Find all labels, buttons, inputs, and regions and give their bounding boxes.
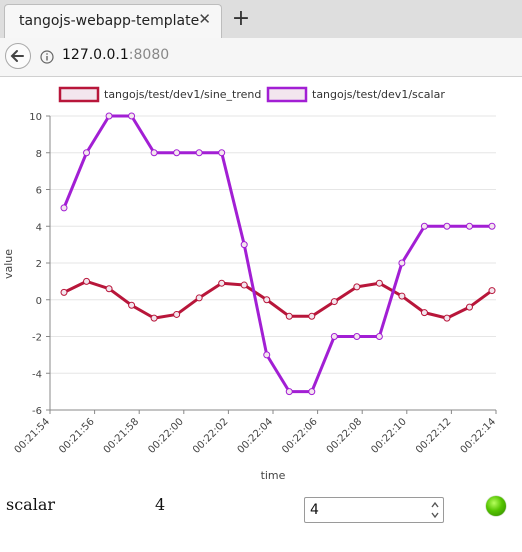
scalar-label: scalar xyxy=(6,495,56,514)
browser-tab[interactable]: tangojs-webapp-template ✕ xyxy=(4,4,222,38)
x-tick-label: 00:22:06 xyxy=(280,416,320,456)
plus-icon[interactable]: + xyxy=(228,6,254,32)
close-icon[interactable]: ✕ xyxy=(198,11,211,27)
y-tick-label: 10 xyxy=(29,112,42,123)
tab-bar: tangojs-webapp-template ✕ + xyxy=(0,0,522,39)
y-tick-label: -2 xyxy=(32,333,42,344)
data-point xyxy=(330,298,338,306)
data-point xyxy=(420,222,428,230)
y-tick-label: 8 xyxy=(36,149,42,160)
data-point xyxy=(173,149,181,157)
x-tick-label: 00:22:02 xyxy=(191,416,231,456)
data-point xyxy=(285,312,293,320)
info-icon[interactable] xyxy=(40,50,54,64)
x-tick-label: 00:22:10 xyxy=(369,416,409,456)
x-tick-label: 00:22:00 xyxy=(146,416,186,456)
data-point xyxy=(218,149,226,157)
y-tick-label: -4 xyxy=(32,369,42,380)
y-tick-label: 4 xyxy=(36,222,42,233)
data-point xyxy=(105,285,113,293)
legend-label: tangojs/test/dev1/scalar xyxy=(312,88,445,101)
data-point xyxy=(105,112,113,120)
data-point xyxy=(443,222,451,230)
data-point xyxy=(83,277,91,285)
data-point xyxy=(263,351,271,359)
data-point xyxy=(150,314,158,322)
x-tick-label: 00:21:58 xyxy=(102,416,142,456)
data-point xyxy=(488,222,496,230)
back-arrow-icon xyxy=(10,50,24,62)
stepper-icon[interactable] xyxy=(429,500,441,520)
data-point xyxy=(308,312,316,320)
legend-swatch xyxy=(266,86,308,103)
data-point xyxy=(150,149,158,157)
data-point xyxy=(443,314,451,322)
back-button[interactable] xyxy=(5,43,31,69)
data-point xyxy=(353,333,361,340)
data-point xyxy=(308,388,316,396)
x-axis-label: time xyxy=(261,469,286,482)
data-point xyxy=(263,296,271,304)
y-tick-label: -6 xyxy=(32,406,42,417)
x-tick-label: 00:22:14 xyxy=(459,416,499,456)
data-point xyxy=(195,294,203,302)
url-port: :8080 xyxy=(128,47,170,63)
tab-title: tangojs-webapp-template xyxy=(19,13,200,29)
series-line xyxy=(62,114,492,394)
y-tick-label: 6 xyxy=(36,186,42,197)
trend-chart: 1086420-2-4-600:21:54 00:21:56 00:21:58 00:… xyxy=(2,86,499,482)
data-point xyxy=(330,333,338,340)
data-point xyxy=(398,259,406,267)
data-point xyxy=(285,388,293,396)
data-point xyxy=(398,292,406,300)
scalar-value: 4 xyxy=(155,495,166,514)
y-tick-label: 2 xyxy=(36,259,42,270)
x-tick-label: 00:21:54 xyxy=(13,416,53,456)
data-point xyxy=(128,112,136,120)
x-tick-label: 00:21:56 xyxy=(57,416,97,456)
status-led xyxy=(486,496,506,516)
data-point xyxy=(353,283,361,291)
data-point xyxy=(218,279,226,287)
scalar-input[interactable]: 4 xyxy=(304,497,444,523)
data-point xyxy=(60,288,68,296)
data-point xyxy=(375,333,383,340)
legend-swatch xyxy=(58,86,100,103)
data-point xyxy=(488,287,496,295)
legend-label: tangojs/test/dev1/sine_trend xyxy=(104,88,261,101)
data-point xyxy=(420,309,428,317)
scalar-input-value: 4 xyxy=(310,502,319,518)
data-point xyxy=(465,222,473,230)
y-tick-label: 0 xyxy=(36,296,42,307)
data-point xyxy=(60,204,68,212)
y-axis-label: value xyxy=(2,249,15,279)
data-point xyxy=(195,149,203,157)
x-tick-label: 00:22:08 xyxy=(325,416,365,456)
data-point xyxy=(83,149,91,157)
url-host: 127.0.0.1 xyxy=(62,47,129,63)
x-tick-label: 00:22:12 xyxy=(414,416,454,456)
x-tick-label: 00:22:04 xyxy=(236,416,276,456)
data-point xyxy=(465,303,473,311)
url-bar[interactable]: 127.0.0.1:8080 xyxy=(62,47,169,63)
data-point xyxy=(240,241,248,249)
data-point xyxy=(240,281,248,289)
navigation-bar: 127.0.0.1:8080 xyxy=(0,38,522,77)
data-point xyxy=(173,310,181,318)
data-point xyxy=(128,301,136,309)
data-point xyxy=(375,279,383,287)
